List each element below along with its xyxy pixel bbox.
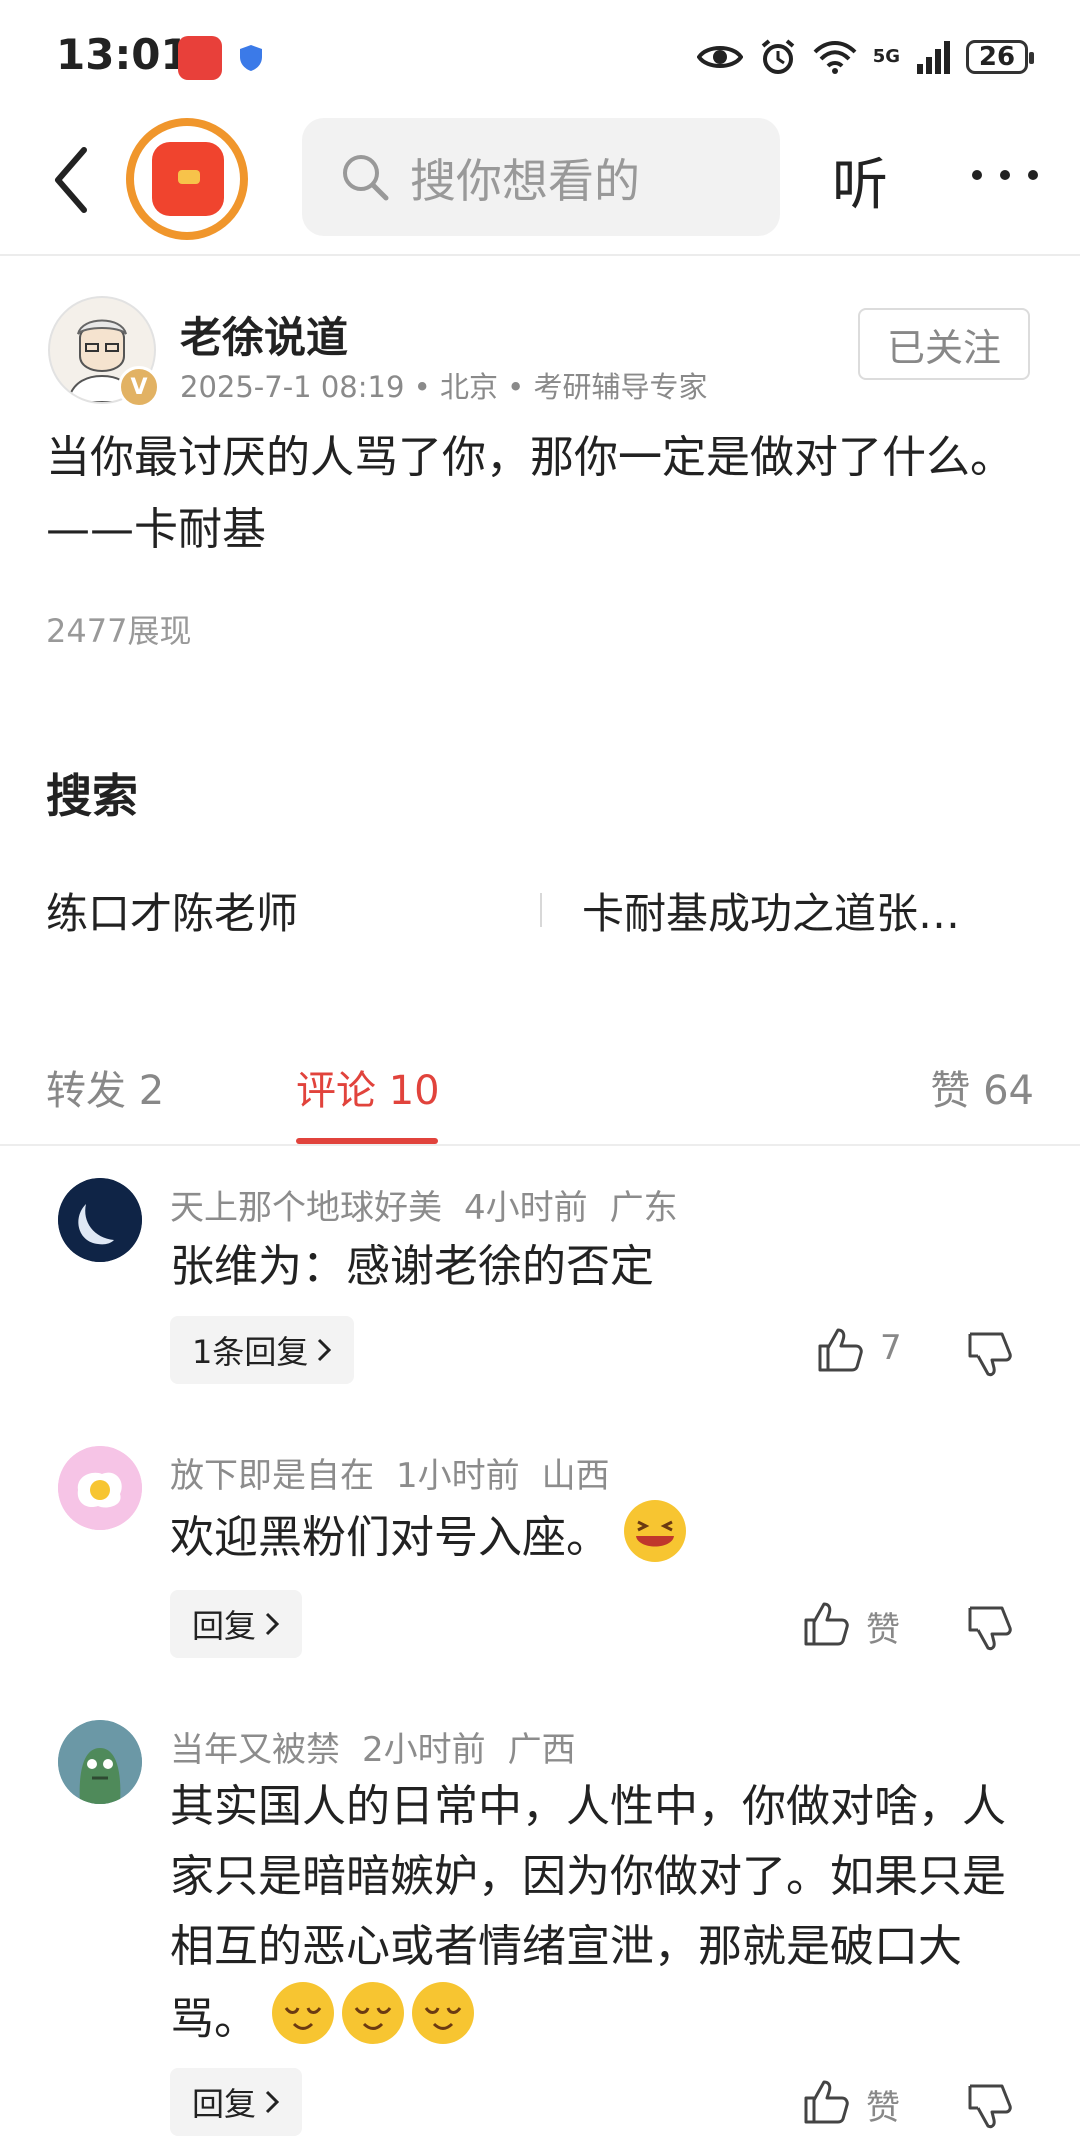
like-icon[interactable] xyxy=(802,1600,850,1648)
comment-time: 1小时前 xyxy=(396,1456,520,1496)
dislike-icon[interactable] xyxy=(966,1330,1014,1378)
back-icon[interactable] xyxy=(44,140,104,220)
suggestion-divider xyxy=(540,893,542,927)
more-icon[interactable] xyxy=(964,150,1046,200)
comment-text: 张维为：感谢老徐的否定 xyxy=(170,1241,654,1292)
comment-meta: 放下即是自在 1小时前 山西 xyxy=(170,1448,632,1497)
like-label: 赞 xyxy=(866,1610,900,1650)
status-bar: 13:01 5G 26 xyxy=(0,0,1080,110)
shield-icon xyxy=(240,45,262,71)
laughing-emoji-icon xyxy=(624,1500,686,1562)
comment-meta: 天上那个地球好美 4小时前 广东 xyxy=(170,1180,700,1229)
view-replies-button[interactable]: 1条回复 xyxy=(170,1316,355,1384)
search-placeholder: 搜你想看的 xyxy=(410,154,640,208)
author-name[interactable]: 老徐说道 xyxy=(180,304,348,365)
like-icon[interactable] xyxy=(816,1326,864,1374)
search-icon xyxy=(343,155,389,201)
moon-icon xyxy=(58,1178,142,1262)
status-time: 13:01 xyxy=(56,30,190,79)
battery-level: 26 xyxy=(978,42,1016,72)
commenter-avatar[interactable] xyxy=(58,1446,142,1530)
comment-location: 广东 xyxy=(609,1188,678,1228)
eye-icon xyxy=(696,46,743,68)
battery-indicator: 26 xyxy=(966,40,1034,74)
comment-user[interactable]: 天上那个地球好美 xyxy=(170,1188,442,1228)
comment-body: 其实国人的日常中，人性中，你做对啥，人家只是暗暗嫉妒，因为你做对了。如果只是相互… xyxy=(170,1772,1030,2055)
search-section-title: 搜索 xyxy=(46,769,138,823)
relieved-emoji-icon xyxy=(342,1982,404,2044)
tab-divider xyxy=(0,1144,1080,1146)
follow-button[interactable]: 已关注 xyxy=(858,308,1030,380)
network-type: 5G xyxy=(872,46,900,67)
egg-icon xyxy=(58,1446,142,1530)
reply-label: 回复 xyxy=(192,2085,257,2123)
wifi-icon xyxy=(813,41,857,74)
comment-meta: 当年又被禁 2小时前 广西 xyxy=(170,1722,598,1771)
comment-user[interactable]: 放下即是自在 xyxy=(170,1456,374,1496)
relieved-emoji-icon xyxy=(272,1982,334,2044)
reply-button[interactable]: 回复 xyxy=(170,1590,303,1658)
post-meta: 2025-7-1 08:19 • 北京 • 考研辅导专家 xyxy=(180,370,708,404)
comment-text: 欢迎黑粉们对号入座。 xyxy=(170,1512,610,1563)
commenter-avatar[interactable] xyxy=(58,1720,142,1804)
verified-badge-icon: V xyxy=(118,366,160,408)
nav-divider xyxy=(0,254,1080,256)
signal-icon xyxy=(917,41,950,74)
reply-label: 1条回复 xyxy=(192,1333,309,1371)
comment-user[interactable]: 当年又被禁 xyxy=(170,1730,340,1770)
post-text: 当你最讨厌的人骂了你，那你一定是做对了什么。——卡耐基 xyxy=(46,432,1014,555)
comment-time: 2小时前 xyxy=(362,1730,486,1770)
commenter-avatar[interactable] xyxy=(58,1178,142,1262)
like-icon[interactable] xyxy=(802,2078,850,2126)
chevron-right-icon xyxy=(265,2090,280,2114)
alarm-icon xyxy=(761,39,794,74)
app-notification-icon xyxy=(178,36,222,80)
cartoon-face-icon xyxy=(58,1720,142,1804)
comment-time: 4小时前 xyxy=(464,1188,588,1228)
reply-button[interactable]: 回复 xyxy=(170,2068,303,2136)
relieved-emoji-icon xyxy=(412,1982,474,2044)
like-count: 7 xyxy=(880,1328,902,1368)
search-suggestion[interactable]: 练口才陈老师 xyxy=(46,880,298,941)
view-count: 2477展现 xyxy=(46,612,192,650)
dislike-icon[interactable] xyxy=(966,1604,1014,1652)
tab-likes[interactable]: 赞 64 xyxy=(930,1058,1034,1116)
tab-comments[interactable]: 评论 10 xyxy=(296,1058,440,1116)
red-packet-button[interactable] xyxy=(126,118,248,240)
comment-body: 欢迎黑粉们对号入座。 xyxy=(170,1500,1070,1573)
tab-repost[interactable]: 转发 2 xyxy=(46,1058,164,1116)
comment-location: 广西 xyxy=(507,1730,576,1770)
red-packet-clasp xyxy=(178,170,200,184)
search-suggestion[interactable]: 卡耐基成功之道张… xyxy=(582,880,960,941)
listen-button[interactable]: 听 xyxy=(832,140,888,221)
comment-location: 山西 xyxy=(541,1456,610,1496)
chevron-right-icon xyxy=(265,1612,280,1636)
like-label: 赞 xyxy=(866,2088,900,2128)
reply-label: 回复 xyxy=(192,1607,257,1645)
status-icons: 5G 26 xyxy=(696,34,1034,80)
chevron-right-icon xyxy=(318,1338,332,1362)
dislike-icon[interactable] xyxy=(966,2082,1014,2130)
